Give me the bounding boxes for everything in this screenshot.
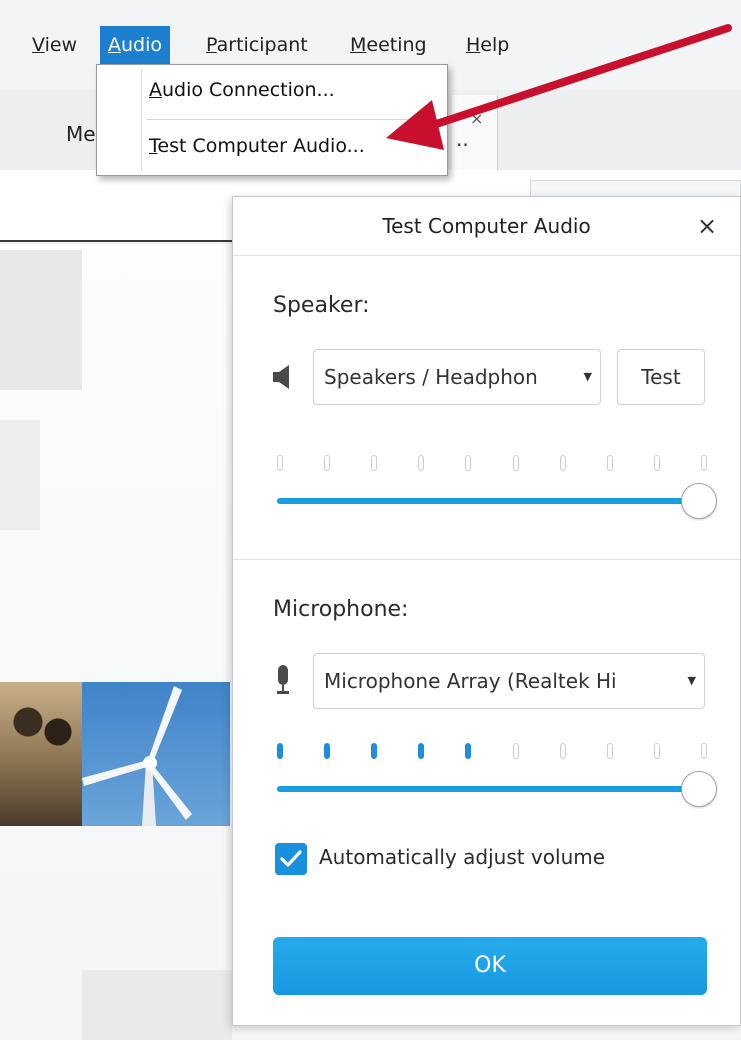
speaker-device-text: Speakers / Headphon [324, 365, 538, 389]
level-tick [654, 743, 660, 759]
ok-button[interactable]: OK [273, 937, 707, 995]
speaker-test-button[interactable]: Test [617, 349, 705, 405]
tab-close-icon[interactable]: × [470, 109, 483, 128]
level-tick [418, 455, 424, 471]
level-tick [513, 743, 519, 759]
menu-audio[interactable]: Audio [100, 26, 171, 64]
menu-gutter [141, 69, 142, 171]
background-block [0, 420, 40, 530]
checkmark-icon [280, 850, 302, 867]
menu-item-test-computer-audio[interactable]: Test Computer Audio... [149, 135, 365, 157]
tab-meeting-partial[interactable]: Me [66, 122, 96, 146]
level-tick [371, 743, 377, 759]
level-tick [560, 743, 566, 759]
section-divider [233, 559, 740, 560]
level-tick [701, 743, 707, 759]
speaker-select[interactable]: Speakers / Headphon ▼ [313, 349, 601, 405]
speaker-volume-slider[interactable] [277, 483, 717, 521]
auto-adjust-label: Automatically adjust volume [319, 845, 606, 869]
level-tick [607, 743, 613, 759]
auto-adjust-checkbox[interactable] [275, 843, 307, 875]
test-computer-audio-dialog: Test Computer Audio × Speaker: Speakers … [232, 196, 741, 1026]
slider-fill [277, 498, 685, 504]
level-tick [607, 455, 613, 471]
microphone-icon [277, 665, 289, 694]
menu-item-audio-connection[interactable]: Audio Connection... [149, 79, 335, 101]
level-tick [560, 455, 566, 471]
microphone-select[interactable]: Microphone Array (Realtek Hi ▼ [313, 653, 705, 709]
slider-fill [277, 786, 685, 792]
menu-view[interactable]: View [24, 26, 85, 64]
background-block [82, 970, 232, 1040]
slider-thumb[interactable] [681, 771, 717, 807]
level-tick [324, 743, 330, 759]
level-tick [465, 455, 471, 471]
level-tick [513, 455, 519, 471]
microphone-label: Microphone: [273, 597, 409, 622]
microphone-volume-slider[interactable] [277, 771, 717, 809]
tab-fragment: × .. [452, 95, 498, 170]
level-tick [701, 455, 707, 471]
level-tick [418, 743, 424, 759]
slider-thumb[interactable] [681, 483, 717, 519]
close-icon[interactable]: × [692, 211, 722, 241]
title-divider [233, 255, 740, 256]
speaker-level-meter [277, 455, 707, 473]
level-tick [371, 455, 377, 471]
level-tick [324, 455, 330, 471]
level-tick [654, 455, 660, 471]
microphone-device-text: Microphone Array (Realtek Hi [324, 669, 617, 693]
chevron-down-icon: ▼ [687, 674, 696, 687]
menu-participant[interactable]: Participant [198, 26, 316, 64]
speaker-icon [273, 365, 289, 389]
microphone-level-meter [277, 743, 707, 761]
photo-thumbnail-people [0, 682, 82, 826]
level-tick [277, 743, 283, 759]
photo-thumbnail-wind-turbine [82, 682, 230, 826]
dialog-title: Test Computer Audio [382, 214, 591, 238]
menu-meeting[interactable]: Meeting [342, 26, 435, 64]
menu-help[interactable]: Help [458, 26, 517, 64]
audio-dropdown-menu: Audio Connection... Test Computer Audio.… [96, 64, 448, 176]
level-tick [465, 743, 471, 759]
level-tick [277, 455, 283, 471]
menu-separator [147, 119, 441, 120]
tab-ellipsis: .. [456, 127, 469, 151]
chevron-down-icon: ▼ [583, 370, 592, 383]
speaker-label: Speaker: [273, 293, 370, 318]
background-block [0, 250, 82, 390]
